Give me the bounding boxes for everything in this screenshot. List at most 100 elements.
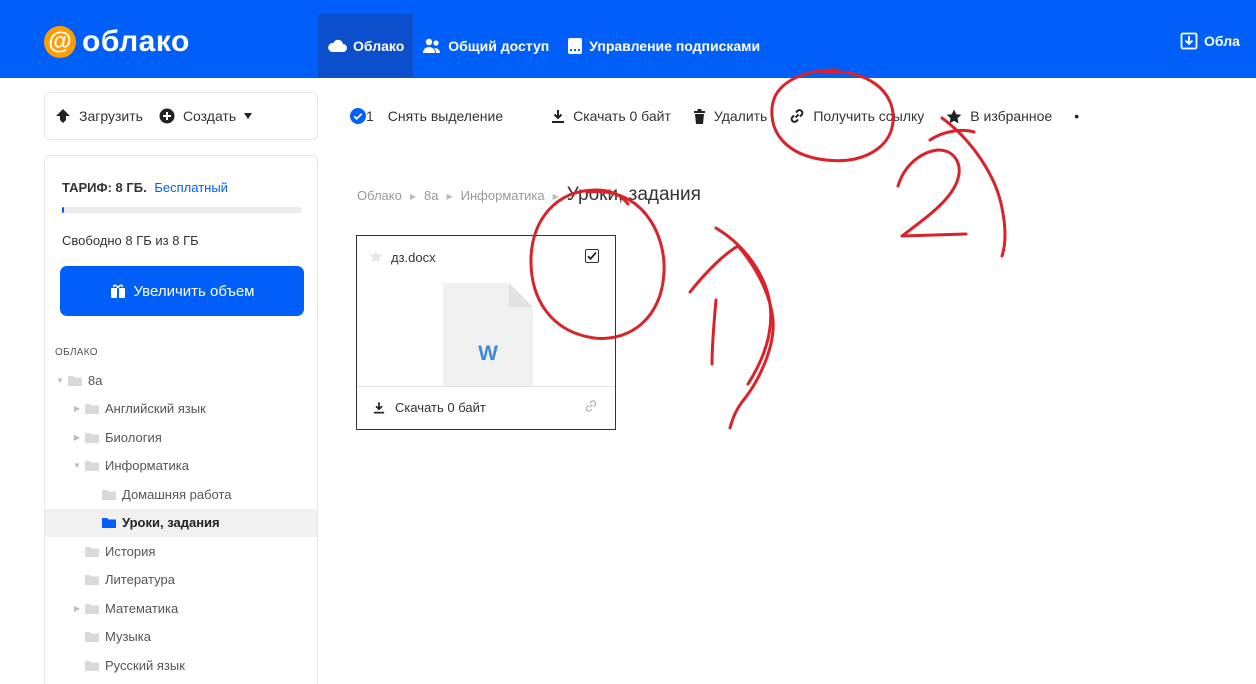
folder-icon <box>85 432 99 443</box>
quota-progress-bar <box>62 207 302 213</box>
selection-count-value: 1 <box>366 108 374 124</box>
upload-button[interactable]: Загрузить <box>55 108 143 124</box>
handwritten-two <box>896 148 968 238</box>
file-download-label: Скачать 0 байт <box>395 400 486 415</box>
download-app-icon <box>1180 32 1198 50</box>
sidebar-folder-label: Уроки, задания <box>122 515 220 531</box>
folder-icon <box>102 489 116 500</box>
folder-icon <box>85 603 99 614</box>
quota-text: Свободно 8 ГБ из 8 ГБ <box>62 233 199 248</box>
tariff-plan-link[interactable]: Бесплатный <box>154 180 228 195</box>
sidebar-folder-item[interactable]: ▶ Математика <box>45 594 317 623</box>
tariff-info: ТАРИФ: 8 ГБ. Бесплатный <box>62 180 228 195</box>
main-nav: Облако Общий доступ Управление подпискам… <box>318 14 769 78</box>
more-actions-button[interactable]: • <box>1074 108 1079 124</box>
star-icon <box>946 109 962 123</box>
favorite-star-icon[interactable] <box>369 250 383 263</box>
upload-label: Загрузить <box>79 108 143 124</box>
link-icon <box>791 109 804 123</box>
nav-subscriptions-label: Управление подписками <box>589 38 761 54</box>
folder-icon <box>85 404 99 415</box>
nav-shared[interactable]: Общий доступ <box>413 14 558 78</box>
delete-label: Удалить <box>713 108 768 124</box>
file-download-button[interactable]: Скачать 0 байт <box>373 400 486 415</box>
section-label-cloud: ОБЛАКО <box>55 347 98 358</box>
folder-icon <box>85 632 99 643</box>
selection-count[interactable]: 1 <box>350 108 388 124</box>
nav-subscriptions[interactable]: Управление подписками <box>558 14 769 78</box>
sidebar-folder-item[interactable]: Литература <box>45 566 317 595</box>
sidebar-folder-label: Английский язык <box>105 401 206 417</box>
sidebar-folder-item[interactable]: Русский язык <box>45 651 317 680</box>
favorite-label: В избранное <box>970 108 1053 124</box>
subscriptions-icon <box>568 38 583 54</box>
deselect-label: Снять выделение <box>387 108 504 124</box>
sidebar-folder-label: Математика <box>105 600 179 616</box>
folder-tree: ▼ 8а ▶ Английский язык ▶ Биология ▼ Информатика… <box>45 366 317 680</box>
breadcrumb-item[interactable]: 8а <box>424 188 438 203</box>
download-icon <box>373 402 385 414</box>
download-icon <box>552 110 565 123</box>
handwritten-one <box>688 244 775 430</box>
sidebar: ТАРИФ: 8 ГБ. Бесплатный Свободно 8 ГБ из… <box>44 155 318 684</box>
folder-icon <box>102 518 116 529</box>
deselect-button[interactable]: Снять выделение <box>388 108 503 124</box>
card-divider <box>357 386 615 387</box>
sidebar-folder-item[interactable]: Домашняя работа <box>45 480 317 509</box>
quota-progress-fill <box>62 207 65 213</box>
caret-down-icon <box>244 113 253 119</box>
sidebar-folder-item[interactable]: ▶ Английский язык <box>45 395 317 424</box>
sidebar-folder-item[interactable]: Музыка <box>45 623 317 652</box>
create-button[interactable]: Создать <box>159 108 253 124</box>
folder-icon <box>85 546 99 557</box>
file-link-icon[interactable] <box>584 399 598 413</box>
create-label: Создать <box>182 108 237 124</box>
file-card[interactable]: дз.docx W Скачать 0 байт <box>356 235 616 430</box>
nav-cloud-label: Облако <box>353 38 405 54</box>
more-dots-icon: • <box>1074 108 1080 124</box>
nav-cloud[interactable]: Облако <box>318 14 414 78</box>
file-checkbox[interactable] <box>585 249 599 263</box>
folder-icon <box>85 461 99 472</box>
sidebar-folder-label: Русский язык <box>105 657 185 673</box>
header-right-label: Обла <box>1204 33 1240 49</box>
file-name[interactable]: дз.docx <box>391 250 436 265</box>
folder-icon <box>85 575 99 586</box>
upload-icon <box>56 109 70 123</box>
upload-create-panel: Загрузить Создать <box>44 92 318 140</box>
trash-icon <box>693 108 705 124</box>
top-header: @ облако Облако Общий доступ Управление … <box>0 0 1256 78</box>
breadcrumb: Облако ▶ 8а ▶ Информатика ▶ Уроки, задан… <box>357 184 701 206</box>
sidebar-folder-item[interactable]: История <box>45 537 317 566</box>
delete-button[interactable]: Удалить <box>693 108 767 124</box>
logo-text: облако <box>82 25 190 58</box>
sidebar-folder-item[interactable]: ▼ 8а <box>45 366 317 395</box>
expand-arrow-right-icon[interactable]: ▶ <box>72 404 82 413</box>
sidebar-folder-label: Музыка <box>105 629 151 645</box>
handwritten-paren-one <box>714 226 773 386</box>
sidebar-folder-label: Биология <box>105 429 162 445</box>
breadcrumb-item[interactable]: Облако <box>357 188 402 203</box>
word-document-icon: W <box>443 283 533 386</box>
plus-circle-icon <box>159 108 175 124</box>
increase-storage-button[interactable]: Увеличить объем <box>60 266 304 316</box>
get-link-button[interactable]: Получить ссылку <box>789 108 924 124</box>
expand-arrow-right-icon[interactable]: ▶ <box>72 604 82 613</box>
sidebar-folder-item[interactable]: Уроки, задания <box>45 508 317 537</box>
breadcrumb-item[interactable]: Информатика <box>461 188 545 203</box>
sidebar-folder-label: 8а <box>88 372 103 388</box>
logo[interactable]: @ облако <box>44 22 190 62</box>
nav-shared-label: Общий доступ <box>448 38 550 54</box>
expand-arrow-down-icon[interactable]: ▼ <box>55 376 65 385</box>
expand-arrow-down-icon[interactable]: ▼ <box>72 461 82 470</box>
header-right-link[interactable]: Обла <box>1180 32 1240 50</box>
folder-icon <box>68 375 82 386</box>
download-button[interactable]: Скачать 0 байт <box>551 108 671 124</box>
expand-arrow-right-icon[interactable]: ▶ <box>72 433 82 442</box>
sidebar-folder-item[interactable]: ▶ Биология <box>45 423 317 452</box>
breadcrumb-separator-icon: ▶ <box>409 192 417 201</box>
sidebar-folder-item[interactable]: ▼ Информатика <box>45 452 317 481</box>
breadcrumb-separator-icon: ▶ <box>552 192 559 201</box>
favorite-button[interactable]: В избранное <box>946 108 1052 124</box>
folder-icon <box>85 660 99 671</box>
